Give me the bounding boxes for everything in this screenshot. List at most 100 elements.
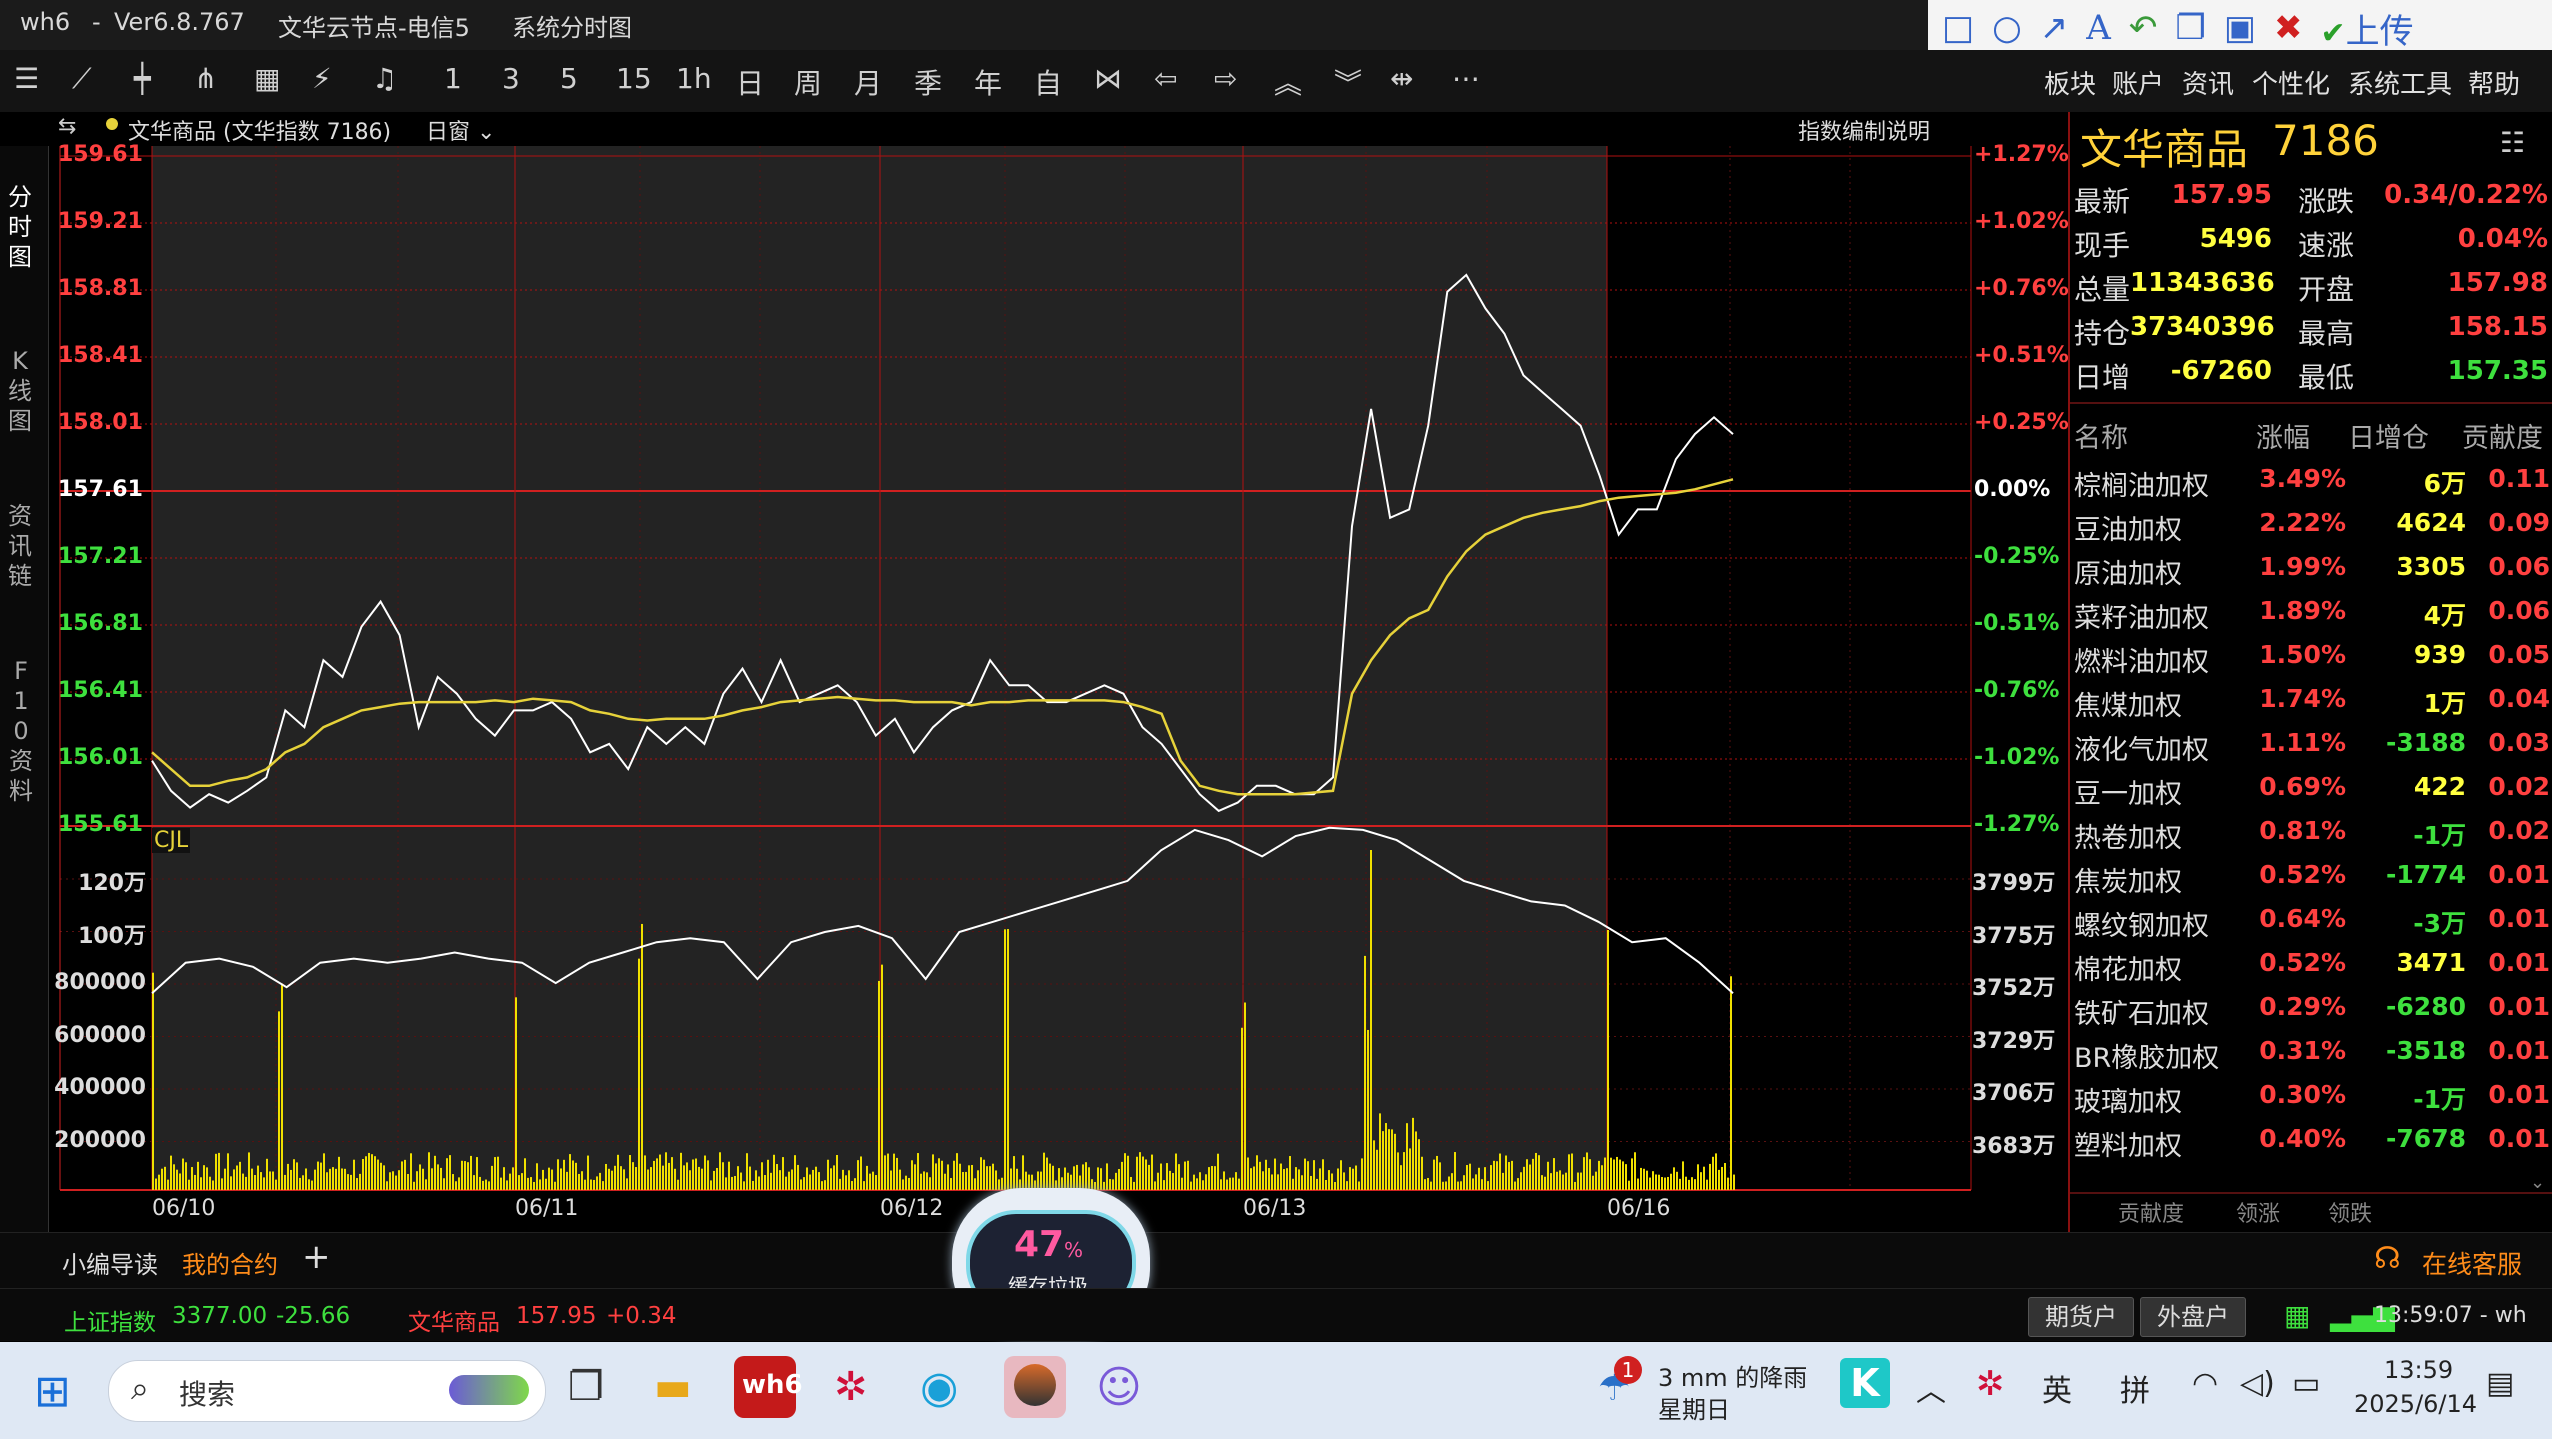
- tray-overflow-icon[interactable]: ︿: [1916, 1366, 1946, 1410]
- contribution-row[interactable]: 燃料油加权 1.50% 939 0.05: [2070, 640, 2552, 684]
- arrow-right-icon[interactable]: ⇨: [1214, 62, 1237, 95]
- windows-start-icon[interactable]: ⊞: [34, 1366, 71, 1417]
- volume-bar: [710, 1180, 712, 1190]
- ime-language[interactable]: 英: [2042, 1366, 2072, 1410]
- period-week[interactable]: 周: [794, 62, 822, 102]
- contribution-row[interactable]: 原油加权 1.99% 3305 0.06: [2070, 552, 2552, 596]
- contribution-row[interactable]: 铁矿石加权 0.29% -6280 0.01: [2070, 992, 2552, 1036]
- intraday-chart[interactable]: [0, 146, 2068, 1246]
- period-15[interactable]: 15: [616, 62, 652, 95]
- chevron-down-icon[interactable]: ︾: [1334, 62, 1362, 102]
- tab-my-contracts[interactable]: 我的合约: [182, 1245, 278, 1280]
- contrib-name: 铁矿石加权: [2074, 999, 2209, 1030]
- foreign-account-button[interactable]: 外盘户: [2140, 1297, 2246, 1337]
- file-explorer-icon[interactable]: ▬: [654, 1364, 692, 1410]
- grid-chart-icon[interactable]: ▦: [254, 62, 280, 95]
- crosshair-icon[interactable]: ⇹: [1390, 62, 1413, 95]
- menu-list-icon[interactable]: ☷: [2500, 126, 2525, 159]
- period-1[interactable]: 1: [444, 62, 462, 95]
- tab-leading-down[interactable]: 领跌: [2328, 1196, 2372, 1228]
- chevron-up-icon[interactable]: ︽: [1274, 62, 1302, 102]
- period-day[interactable]: 日: [736, 62, 764, 102]
- copy-icon[interactable]: ❐: [2175, 8, 2205, 48]
- tray-k-app-icon[interactable]: K: [1840, 1358, 1890, 1408]
- line-chart-icon[interactable]: ⟋: [72, 62, 92, 96]
- compress-icon[interactable]: ⋈: [1094, 62, 1122, 95]
- contribution-row[interactable]: 豆油加权 2.22% 4624 0.09: [2070, 508, 2552, 552]
- arrow-tool-icon[interactable]: ↗: [2040, 8, 2069, 48]
- online-service-link[interactable]: 在线客服: [2422, 1245, 2522, 1281]
- contribution-row[interactable]: 液化气加权 1.11% -3188 0.03: [2070, 728, 2552, 772]
- notification-icon[interactable]: ▤: [2486, 1366, 2514, 1401]
- quote-label: 开盘: [2298, 273, 2355, 306]
- assistant-app-icon[interactable]: ☺: [1096, 1362, 1142, 1413]
- task-view-icon[interactable]: ❐: [568, 1364, 604, 1410]
- menu-system-tools[interactable]: 系统工具: [2348, 64, 2452, 101]
- more-icon[interactable]: ⋯: [1452, 62, 1480, 95]
- bell-icon[interactable]: ♫: [372, 62, 397, 95]
- search-box[interactable]: ⌕ 搜索: [108, 1360, 546, 1422]
- app-network-icon[interactable]: ✲: [834, 1364, 868, 1410]
- list-view-icon[interactable]: ☰: [14, 62, 39, 95]
- contribution-row[interactable]: 焦煤加权 1.74% 1万 0.04: [2070, 684, 2552, 728]
- tray-network-app-icon[interactable]: ✲: [1976, 1364, 2005, 1404]
- volume-bar: [1640, 1167, 1642, 1190]
- volume-bar: [779, 1170, 781, 1190]
- add-tab-button[interactable]: +: [302, 1237, 331, 1277]
- contribution-row[interactable]: 棉花加权 0.52% 3471 0.01: [2070, 948, 2552, 992]
- contribution-row[interactable]: 螺纹钢加权 0.64% -3万 0.01: [2070, 904, 2552, 948]
- period-custom[interactable]: 自: [1034, 62, 1062, 102]
- indicator-icon[interactable]: ⋔: [194, 62, 217, 95]
- contribution-row[interactable]: 塑料加权 0.40% -7678 0.01: [2070, 1124, 2552, 1168]
- period-5[interactable]: 5: [560, 62, 578, 95]
- rectangle-tool-icon[interactable]: □: [1942, 8, 1974, 48]
- menu-sector[interactable]: 板块: [2044, 64, 2096, 101]
- weather-text[interactable]: 3 mm 的降雨: [1658, 1358, 1807, 1393]
- tab-editor-guide[interactable]: 小编导读: [62, 1245, 158, 1280]
- contribution-row[interactable]: 菜籽油加权 1.89% 4万 0.06: [2070, 596, 2552, 640]
- flash-icon[interactable]: ⚡: [312, 62, 332, 95]
- ime-pinyin[interactable]: 拼: [2120, 1366, 2150, 1410]
- candlestick-icon[interactable]: ┿: [134, 62, 151, 95]
- menu-news[interactable]: 资讯: [2182, 64, 2234, 101]
- volume-bar: [872, 1171, 874, 1190]
- upload-button[interactable]: ✔上传: [2320, 4, 2413, 53]
- wh6-app-icon[interactable]: wh6: [734, 1356, 803, 1418]
- futures-account-button[interactable]: 期货户: [2028, 1297, 2134, 1337]
- contribution-row[interactable]: 热卷加权 0.81% -1万 0.02: [2070, 816, 2552, 860]
- save-icon[interactable]: ▣: [2224, 8, 2256, 48]
- menu-account[interactable]: 账户: [2112, 64, 2164, 101]
- tab-contribution[interactable]: 贡献度: [2118, 1196, 2184, 1228]
- volume-bar: [1172, 1173, 1174, 1190]
- menu-help[interactable]: 帮助: [2468, 64, 2520, 101]
- link-icon[interactable]: ⇆: [58, 114, 76, 139]
- period-3[interactable]: 3: [502, 62, 520, 95]
- volume-bar: [725, 1177, 727, 1190]
- period-season[interactable]: 季: [914, 62, 942, 102]
- close-icon[interactable]: ✖: [2274, 8, 2303, 48]
- period-month[interactable]: 月: [854, 62, 882, 102]
- text-tool-icon[interactable]: A: [2086, 8, 2111, 48]
- contribution-row[interactable]: 豆一加权 0.69% 422 0.02: [2070, 772, 2552, 816]
- wifi-icon[interactable]: ◠: [2192, 1366, 2218, 1401]
- period-year[interactable]: 年: [974, 62, 1002, 102]
- undo-icon[interactable]: ↶: [2129, 8, 2158, 48]
- contribution-row[interactable]: 棕榈油加权 3.49% 6万 0.11: [2070, 464, 2552, 508]
- period-1h[interactable]: 1h: [676, 62, 712, 95]
- window-selector[interactable]: 日窗 ⌄: [426, 114, 495, 146]
- photos-app-icon[interactable]: [1004, 1356, 1066, 1418]
- contribution-row[interactable]: 焦炭加权 0.52% -1774 0.01: [2070, 860, 2552, 904]
- volume-bar: [1049, 1163, 1051, 1190]
- battery-icon[interactable]: ▭: [2292, 1366, 2320, 1401]
- edge-browser-icon[interactable]: ◉: [920, 1362, 958, 1413]
- tab-leading-up[interactable]: 领涨: [2236, 1196, 2280, 1228]
- contribution-row[interactable]: 玻璃加权 0.30% -1万 0.01: [2070, 1080, 2552, 1124]
- contribution-row[interactable]: BR橡胶加权 0.31% -3518 0.01: [2070, 1036, 2552, 1080]
- clock-time[interactable]: 13:59: [2384, 1356, 2453, 1384]
- volume-icon[interactable]: ◁): [2240, 1366, 2275, 1401]
- menu-personalize[interactable]: 个性化: [2252, 64, 2330, 101]
- ellipse-tool-icon[interactable]: ○: [1992, 8, 2022, 48]
- index-note-link[interactable]: 指数编制说明: [1798, 114, 1930, 146]
- arrow-left-icon[interactable]: ⇦: [1154, 62, 1177, 95]
- scroll-down-icon[interactable]: ⌄: [2530, 1172, 2545, 1193]
